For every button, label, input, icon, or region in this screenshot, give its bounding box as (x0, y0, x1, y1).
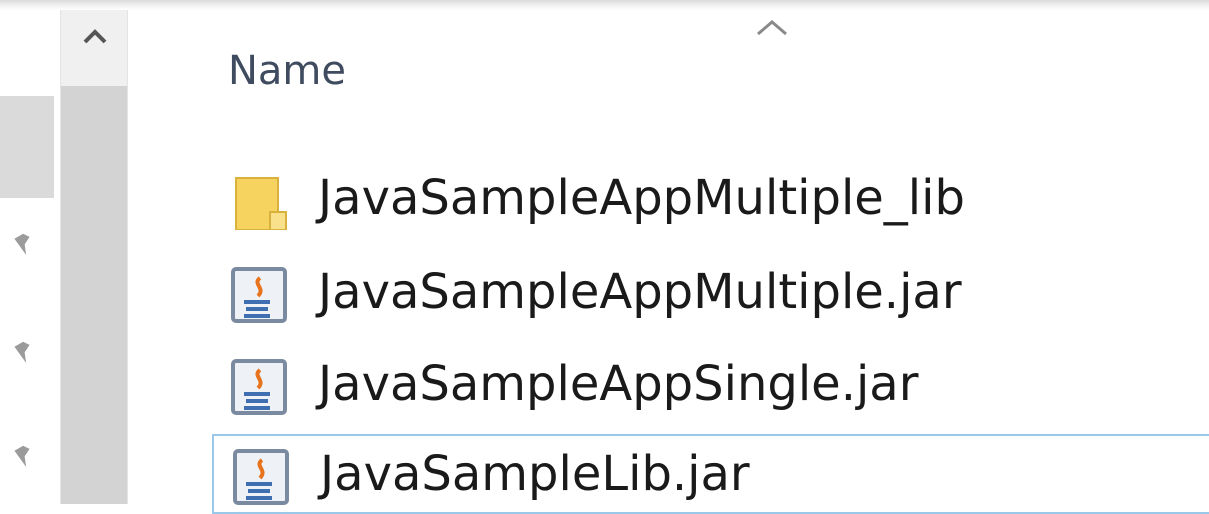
sort-ascending-icon (757, 20, 787, 36)
column-header-name[interactable]: Name (228, 48, 346, 94)
nav-scrollbar[interactable] (60, 10, 128, 504)
file-name: JavaSampleAppMultiple_lib (318, 170, 965, 226)
pin-icon[interactable] (10, 228, 40, 258)
pin-icon[interactable] (10, 440, 40, 470)
chevron-up-icon (83, 29, 107, 44)
java-jar-icon (231, 359, 287, 415)
scroll-thumb[interactable] (61, 86, 127, 504)
list-item-focused[interactable]: JavaSampleLib.jar (212, 434, 1209, 514)
pin-icon[interactable] (10, 336, 40, 366)
file-name: JavaSampleAppMultiple.jar (318, 264, 962, 320)
scroll-up-button[interactable] (61, 28, 129, 84)
java-jar-icon (231, 267, 287, 323)
file-name: JavaSampleLib.jar (320, 446, 750, 502)
list-item[interactable]: JavaSampleAppMultiple.jar (212, 254, 1209, 334)
java-jar-icon (233, 449, 289, 505)
folder-icon (235, 177, 287, 230)
list-item[interactable]: JavaSampleAppSingle.jar (212, 346, 1209, 426)
window-top-border (0, 0, 1209, 10)
file-name: JavaSampleAppSingle.jar (318, 356, 919, 412)
nav-selected-item[interactable] (0, 96, 54, 198)
list-item[interactable]: JavaSampleAppMultiple_lib (212, 160, 1209, 240)
navigation-pane[interactable] (0, 10, 60, 504)
